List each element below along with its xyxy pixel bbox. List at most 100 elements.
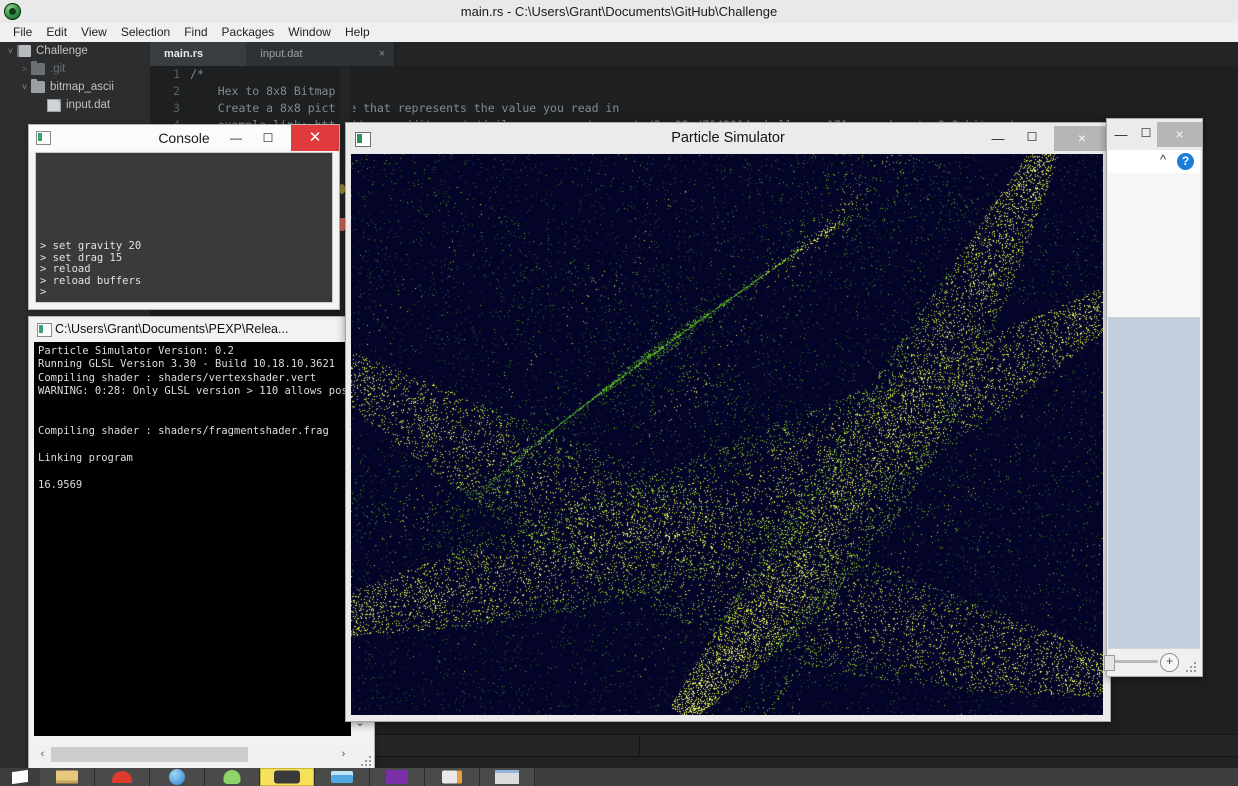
particle-close-button[interactable]: × (1054, 126, 1110, 151)
twisty-icon[interactable]: ˅ (18, 82, 31, 92)
taskbar-app-blue[interactable] (315, 768, 370, 786)
editor-tab-bar: main.rs ×input.dat × (150, 42, 1238, 67)
terminal-line: Compiling shader : shaders/fragmentshade… (38, 425, 329, 438)
tab-label: main.rs (164, 48, 204, 60)
particle-minimize-button[interactable]: — (982, 123, 1014, 154)
taskbar-app-green[interactable] (205, 768, 260, 786)
tree-item-label: input.dat (66, 99, 111, 111)
taskbar-app-window[interactable] (480, 768, 535, 786)
code-text: Hex to 8x8 Bitmap (190, 84, 336, 98)
code-text: Create a 8x8 picture that represents the… (190, 101, 620, 115)
particle-title-bar[interactable]: Particle Simulator — ☐ × (346, 123, 1110, 154)
book-icon (17, 45, 31, 57)
taskbar-file-explorer[interactable] (40, 768, 95, 786)
particle-maximize-button[interactable]: ☐ (1016, 123, 1048, 154)
tree-item-label: bitmap_ascii (50, 81, 114, 93)
console-minimize-button[interactable]: — (221, 125, 251, 151)
background-resize-grip-icon[interactable] (1186, 662, 1196, 672)
windows-taskbar[interactable] (0, 768, 1238, 786)
terminal-line: Compiling shader : shaders/vertexshader.… (38, 371, 317, 384)
background-close-button[interactable]: × (1157, 122, 1202, 147)
taskbar-paint[interactable] (425, 768, 480, 786)
taskbar-internet-explorer[interactable] (150, 768, 205, 786)
globe-icon (169, 769, 185, 785)
twisty-icon[interactable]: ˃ (18, 64, 31, 74)
terminal-line: Linking program (38, 452, 133, 465)
terminal-output-area[interactable]: Particle Simulator Version: 0.2 Running G… (34, 342, 364, 736)
terminal-horizontal-scrollbar[interactable]: ‹ › (34, 746, 369, 763)
console-maximize-button[interactable]: ☐ (253, 125, 283, 151)
menu-item-file[interactable]: File (6, 23, 39, 42)
taskbar-app-purple[interactable] (370, 768, 425, 786)
window-title: main.rs - C:\Users\Grant\Documents\GitHu… (460, 4, 778, 19)
line-number: 3 (173, 101, 180, 115)
taskbar-app-red[interactable] (95, 768, 150, 786)
menu-item-window[interactable]: Window (281, 23, 338, 42)
chevron-up-icon[interactable]: ^ (1160, 152, 1166, 167)
code-line: 2 Hex to 8x8 Bitmap (150, 83, 1238, 100)
console-window[interactable]: Console — ☐ ✕ > set gravity 20 > set drag… (28, 124, 340, 310)
document-sheet-area[interactable] (1108, 318, 1200, 663)
tab-label: input.dat (260, 48, 303, 60)
document-page-area[interactable] (1108, 173, 1200, 318)
menu-item-packages[interactable]: Packages (215, 23, 282, 42)
tree-item--git[interactable]: ˃ .git (0, 60, 150, 78)
terminal-line: Particle Simulator Version: 0.2 (38, 345, 234, 357)
tree-item-bitmap-ascii[interactable]: ˅ bitmap_ascii (0, 78, 150, 96)
console-line: > set gravity 20 (40, 240, 142, 253)
ribbon-bar: ^ ? (1108, 150, 1200, 174)
code-line: 3 Create a 8x8 picture that represents t… (150, 100, 1238, 117)
tree-item-label: .git (50, 63, 66, 75)
particle-field (351, 154, 1103, 715)
tab-input-dat[interactable]: input.dat × (246, 42, 396, 66)
taskbar-particle-simulator[interactable] (260, 768, 315, 786)
console-line: > (40, 286, 47, 299)
line-number: 2 (173, 84, 180, 98)
blue-card-icon (331, 771, 353, 783)
menu-item-view[interactable]: View (74, 23, 114, 42)
terminal-line: 16.9569 (38, 478, 83, 491)
tree-item-input-dat[interactable]: input.dat (0, 96, 150, 114)
scroll-left-arrow-icon[interactable]: ‹ (34, 746, 51, 763)
terminal-window[interactable]: C:\Users\Grant\Documents\PEXP\Relea... —… (28, 316, 375, 770)
folder-icon (31, 61, 45, 75)
question-mark-icon[interactable]: ? (1177, 153, 1194, 170)
menu-item-selection[interactable]: Selection (114, 23, 177, 42)
terminal-title-bar[interactable]: C:\Users\Grant\Documents\PEXP\Relea... — (29, 317, 374, 341)
resize-grip-icon[interactable] (361, 756, 372, 767)
background-minimize-button[interactable]: — (1109, 119, 1133, 150)
menu-item-edit[interactable]: Edit (39, 23, 74, 42)
terminal-line: WARNING: 0:28: Only GLSL version > 110 a… (38, 385, 364, 398)
menu-item-help[interactable]: Help (338, 23, 377, 42)
menu-item-find[interactable]: Find (177, 23, 214, 42)
zoom-in-button[interactable]: + (1160, 653, 1179, 672)
console-close-button[interactable]: ✕ (291, 125, 339, 151)
window-icon (495, 770, 519, 784)
scroll-right-arrow-icon[interactable]: › (335, 746, 352, 763)
terminal-title: C:\Users\Grant\Documents\PEXP\Relea... (55, 322, 289, 336)
tab-close-icon[interactable]: × (379, 42, 385, 66)
particle-simulator-window[interactable]: Particle Simulator — ☐ × (345, 122, 1111, 722)
dark-window-icon (274, 770, 300, 784)
background-document-window[interactable]: — ☐ × ^ ? + (1104, 118, 1203, 677)
taskbar-start-button[interactable] (0, 768, 40, 786)
folder-icon (31, 79, 45, 93)
windows-logo-icon (12, 769, 28, 785)
console-line: > reload buffers (40, 274, 142, 287)
scrollbar-thumb[interactable] (51, 747, 248, 762)
terminal-line: Running GLSL Version 3.30 - Build 10.18.… (38, 358, 336, 371)
particle-render-canvas[interactable] (351, 154, 1103, 715)
tree-item-challenge[interactable]: ˅ Challenge (0, 42, 150, 60)
zoom-slider-thumb[interactable] (1104, 655, 1115, 671)
background-window-title-bar[interactable]: — ☐ × (1107, 119, 1202, 150)
console-output-area[interactable]: > set gravity 20 > set drag 15 > reload > r… (35, 152, 333, 303)
twisty-icon[interactable]: ˅ (4, 46, 17, 56)
paint-brush-icon (442, 770, 462, 784)
console-title-bar[interactable]: Console — ☐ ✕ (29, 125, 339, 151)
code-line: 1 /* (150, 66, 1238, 83)
folder-icon (56, 770, 78, 784)
